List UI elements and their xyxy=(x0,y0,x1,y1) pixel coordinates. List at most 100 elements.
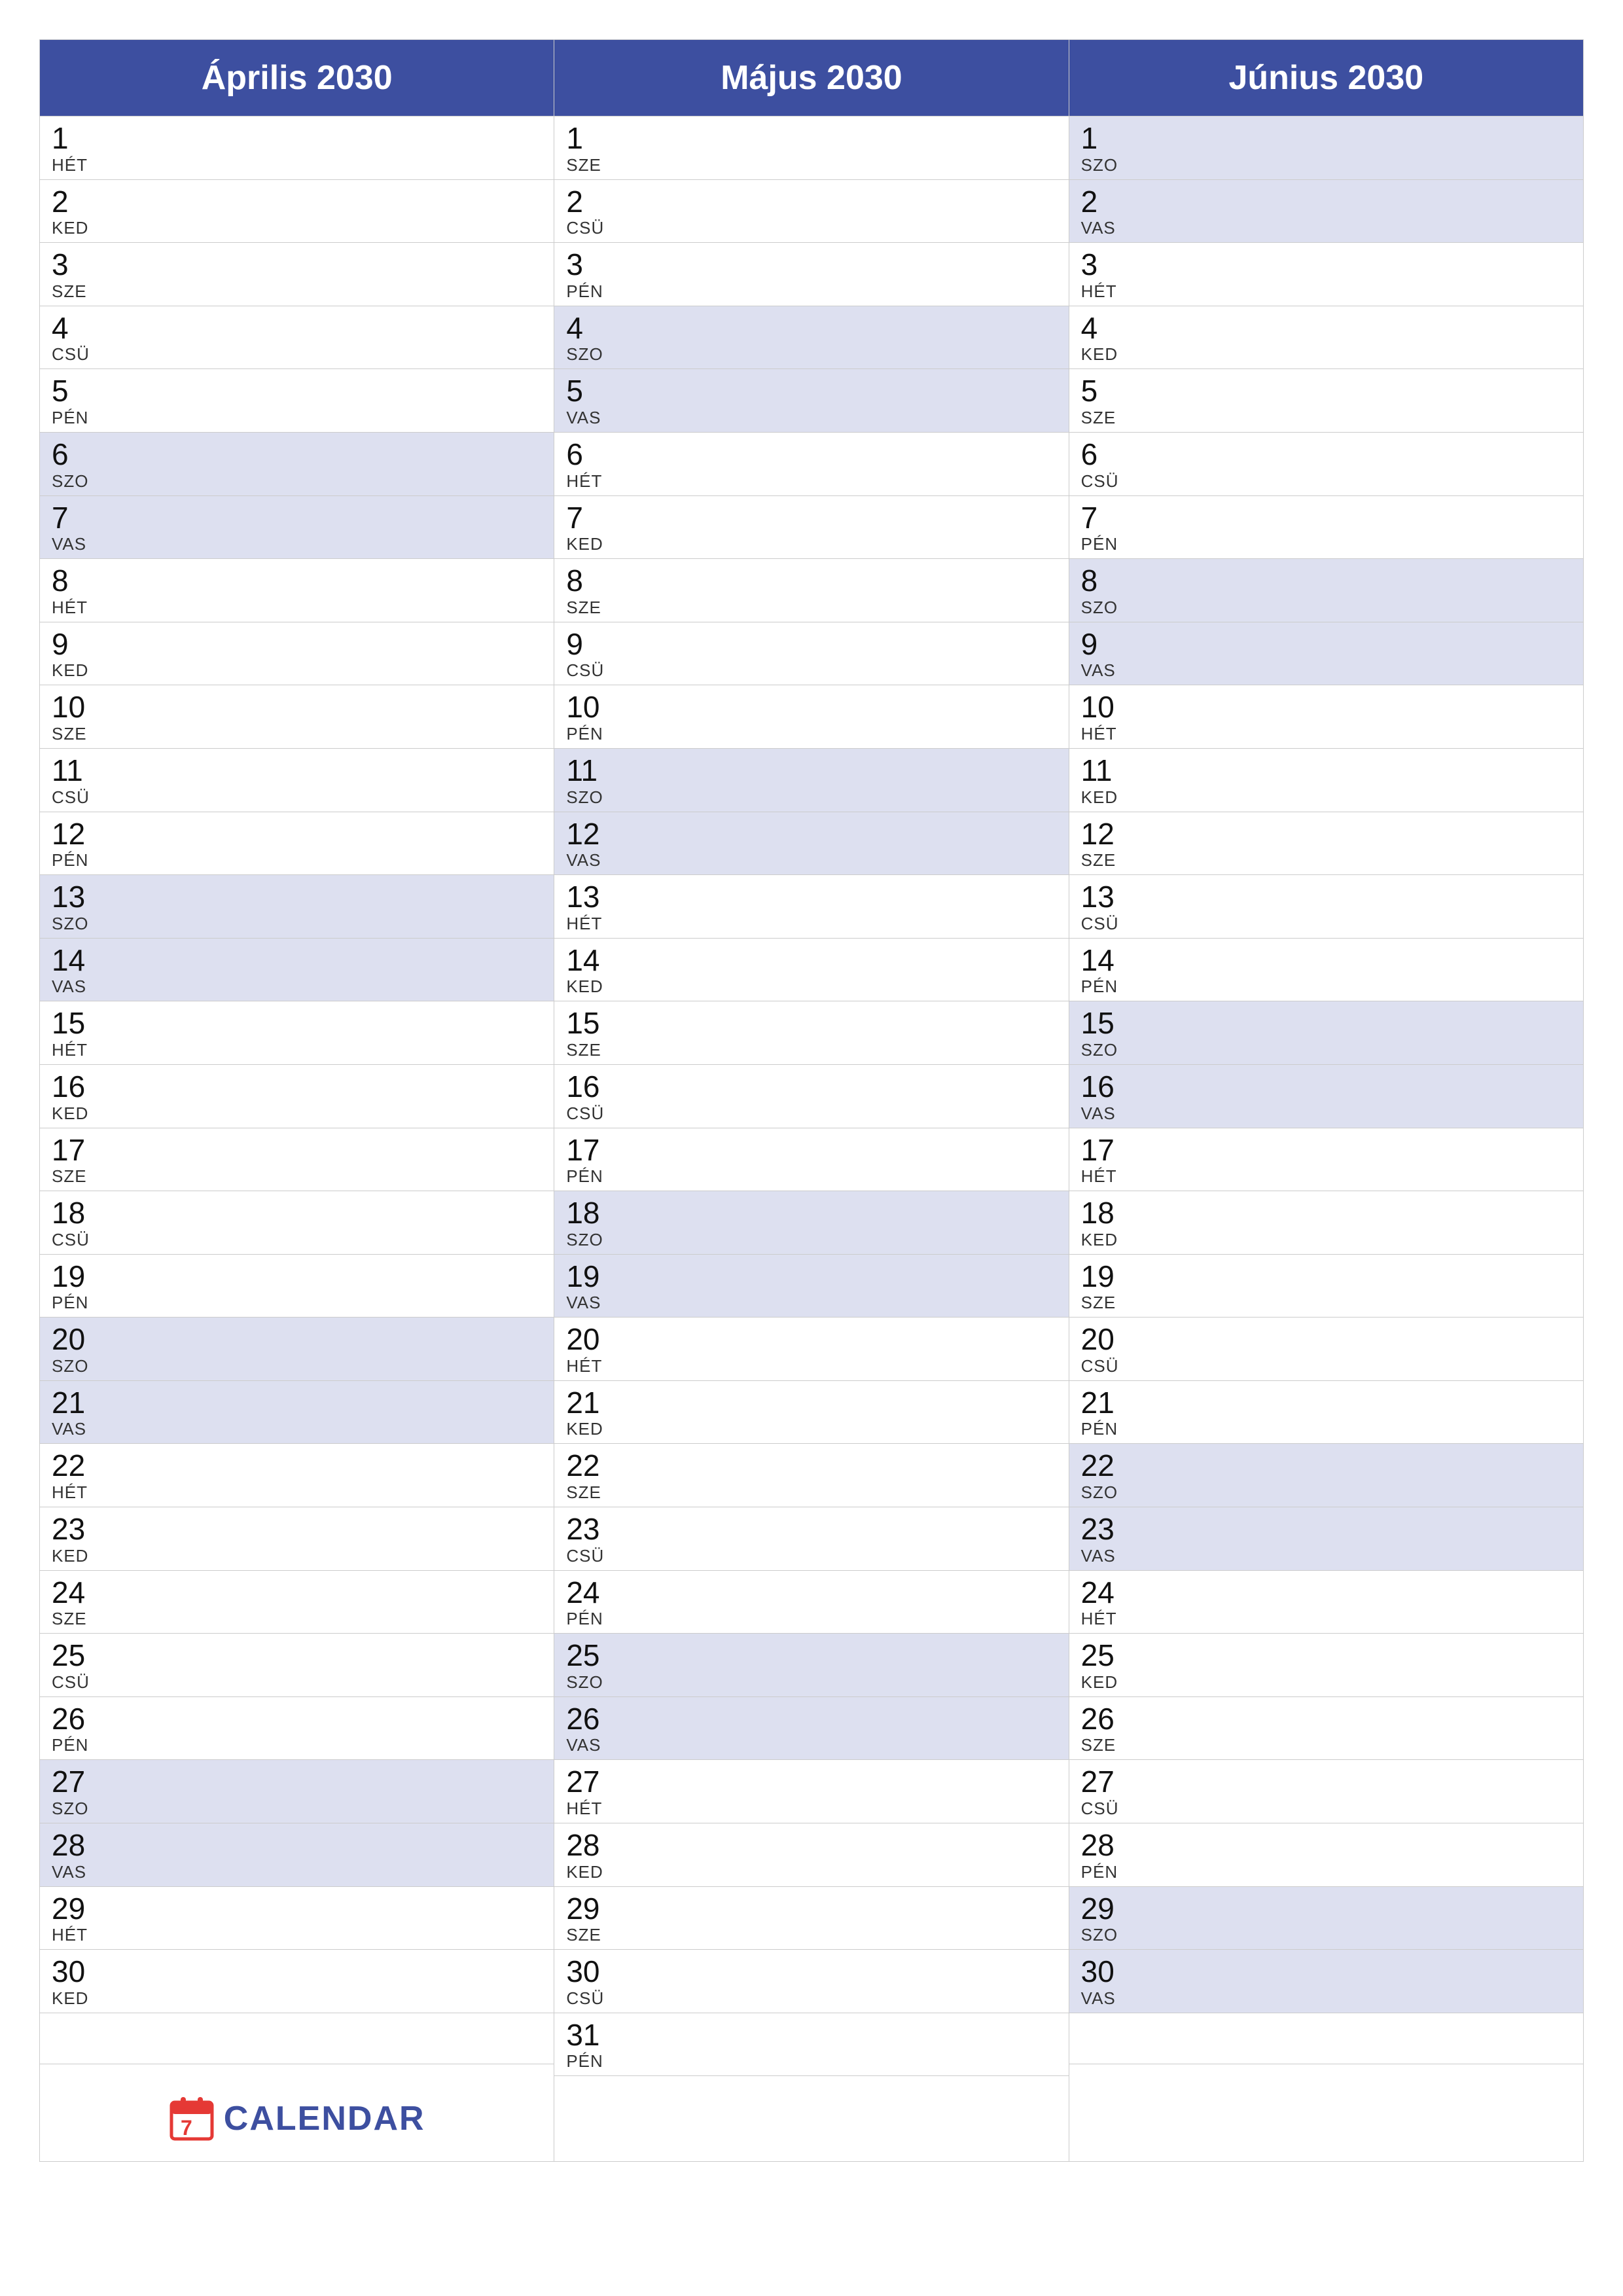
day-name: SZO xyxy=(52,914,542,934)
day-name: KED xyxy=(1081,1672,1571,1693)
day-row: 12SZE xyxy=(1069,812,1583,876)
day-name: VAS xyxy=(1081,1988,1571,2009)
day-number: 8 xyxy=(52,564,542,598)
day-row: 11KED xyxy=(1069,749,1583,812)
svg-text:7: 7 xyxy=(181,2116,192,2140)
footer-fill-2 xyxy=(554,2076,1069,2162)
day-number: 5 xyxy=(566,374,1056,408)
day-number: 28 xyxy=(566,1829,1056,1862)
day-name: CSÜ xyxy=(52,1230,542,1250)
day-row: 12PÉN xyxy=(40,812,554,876)
day-number: 15 xyxy=(1081,1007,1571,1040)
day-name: VAS xyxy=(1081,218,1571,238)
day-row: 21PÉN xyxy=(1069,1381,1583,1444)
day-row: 29SZO xyxy=(1069,1887,1583,1950)
day-row: 30VAS xyxy=(1069,1950,1583,2013)
day-name: SZE xyxy=(1081,1735,1571,1755)
day-row: 3SZE xyxy=(40,243,554,306)
day-name: HÉT xyxy=(52,1040,542,1060)
day-name: SZE xyxy=(566,1482,1056,1503)
day-name: VAS xyxy=(1081,660,1571,681)
day-name: SZE xyxy=(52,1166,542,1187)
day-row: 8SZO xyxy=(1069,559,1583,622)
day-number: 20 xyxy=(52,1323,542,1356)
day-number: 7 xyxy=(52,501,542,535)
day-number: 13 xyxy=(1081,880,1571,914)
day-name: VAS xyxy=(566,408,1056,428)
day-number: 12 xyxy=(566,817,1056,851)
day-row: 3PÉN xyxy=(554,243,1068,306)
day-name: CSÜ xyxy=(566,218,1056,238)
day-row: 21KED xyxy=(554,1381,1068,1444)
day-row: 2VAS xyxy=(1069,180,1583,243)
day-row: 13HÉT xyxy=(554,875,1068,939)
day-row: 10PÉN xyxy=(554,685,1068,749)
day-number: 8 xyxy=(566,564,1056,598)
day-name: CSÜ xyxy=(1081,1799,1571,1819)
day-number: 14 xyxy=(566,944,1056,977)
day-row: 15HÉT xyxy=(40,1001,554,1065)
day-name: CSÜ xyxy=(52,787,542,808)
day-row: 18SZO xyxy=(554,1191,1068,1255)
day-number: 19 xyxy=(52,1260,542,1293)
day-number: 25 xyxy=(566,1639,1056,1672)
day-number: 30 xyxy=(52,1955,542,1988)
day-number: 17 xyxy=(1081,1134,1571,1167)
day-row: 17PÉN xyxy=(554,1128,1068,1192)
day-name: SZE xyxy=(566,1040,1056,1060)
day-name: SZE xyxy=(52,281,542,302)
day-row: 26SZE xyxy=(1069,1697,1583,1761)
day-number: 27 xyxy=(52,1765,542,1799)
day-row: 1HÉT xyxy=(40,117,554,180)
day-name: SZE xyxy=(1081,850,1571,870)
day-row: 18CSÜ xyxy=(40,1191,554,1255)
month-header-0: Április 2030 xyxy=(40,40,554,117)
day-name: KED xyxy=(1081,1230,1571,1250)
day-number: 22 xyxy=(566,1449,1056,1482)
day-row: 11SZO xyxy=(554,749,1068,812)
day-row: 4CSÜ xyxy=(40,306,554,370)
day-row: 24HÉT xyxy=(1069,1571,1583,1634)
day-name: VAS xyxy=(566,1293,1056,1313)
day-name: KED xyxy=(52,1546,542,1566)
day-name: KED xyxy=(566,534,1056,554)
day-row: 10SZE xyxy=(40,685,554,749)
day-row: 7PÉN xyxy=(1069,496,1583,560)
day-row: 6CSÜ xyxy=(1069,433,1583,496)
day-name: SZO xyxy=(1081,1040,1571,1060)
day-row: 16VAS xyxy=(1069,1065,1583,1128)
day-row: 7KED xyxy=(554,496,1068,560)
day-number: 10 xyxy=(1081,691,1571,724)
day-row: 9KED xyxy=(40,622,554,686)
day-row: 19PÉN xyxy=(40,1255,554,1318)
day-number: 12 xyxy=(1081,817,1571,851)
day-number: 16 xyxy=(52,1070,542,1103)
day-row: 2KED xyxy=(40,180,554,243)
day-name: CSÜ xyxy=(52,344,542,365)
month-header-2: Június 2030 xyxy=(1069,40,1583,117)
day-number: 3 xyxy=(566,248,1056,281)
day-name: VAS xyxy=(1081,1546,1571,1566)
day-name: PÉN xyxy=(1081,977,1571,997)
day-number: 9 xyxy=(566,628,1056,661)
day-name: PÉN xyxy=(1081,1862,1571,1882)
day-row: 23KED xyxy=(40,1507,554,1571)
day-name: SZO xyxy=(566,787,1056,808)
day-name: HÉT xyxy=(566,914,1056,934)
day-number: 10 xyxy=(566,691,1056,724)
day-row: 26VAS xyxy=(554,1697,1068,1761)
day-number: 16 xyxy=(566,1070,1056,1103)
day-name: PÉN xyxy=(566,1166,1056,1187)
day-name: KED xyxy=(566,977,1056,997)
day-row: 23CSÜ xyxy=(554,1507,1068,1571)
day-row: 16CSÜ xyxy=(554,1065,1068,1128)
day-name: VAS xyxy=(1081,1103,1571,1124)
day-row-empty xyxy=(40,2013,554,2064)
day-number: 26 xyxy=(1081,1702,1571,1736)
day-number: 8 xyxy=(1081,564,1571,598)
day-row: 29SZE xyxy=(554,1887,1068,1950)
day-number: 6 xyxy=(52,438,542,471)
day-row: 9CSÜ xyxy=(554,622,1068,686)
day-name: PÉN xyxy=(1081,1419,1571,1439)
day-number: 13 xyxy=(566,880,1056,914)
